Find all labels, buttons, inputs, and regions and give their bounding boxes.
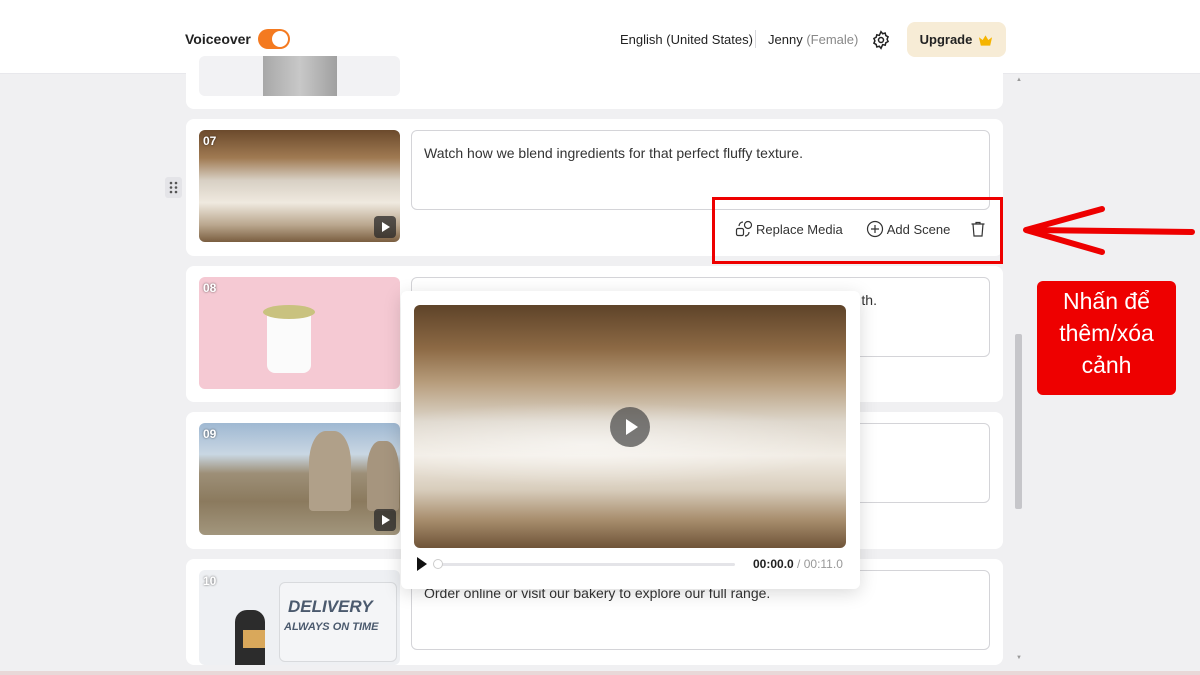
- voiceover-toggle[interactable]: [258, 29, 290, 49]
- scroll-down-icon[interactable]: ▼: [1016, 655, 1022, 661]
- divider: [755, 30, 756, 48]
- scene-thumbnail[interactable]: [199, 56, 400, 96]
- thumbnail-image: [263, 56, 337, 96]
- voice-name: Jenny: [768, 32, 803, 47]
- callout-line-2: thêm/xóa: [1059, 320, 1154, 346]
- time-display: 00:00.0 / 00:11.0: [753, 557, 843, 571]
- progress-track[interactable]: [435, 563, 735, 566]
- annotation-callout: Nhấn để thêm/xóa cảnh: [1037, 281, 1176, 395]
- scene-number: 10: [203, 574, 217, 588]
- gear-icon[interactable]: [871, 30, 891, 50]
- rock-formation: [367, 441, 399, 511]
- scene-card-06: [186, 56, 1003, 109]
- play-icon[interactable]: [374, 509, 396, 531]
- duration: / 00:11.0: [797, 557, 843, 571]
- video-frame[interactable]: [414, 305, 846, 548]
- scrollbar-thumb[interactable]: [1015, 334, 1022, 509]
- voiceover-label: Voiceover: [185, 31, 251, 47]
- callout-line-3: cảnh: [1081, 352, 1132, 378]
- scene-thumbnail[interactable]: 08: [199, 277, 400, 389]
- van-tagline: ALWAYS ON TIME: [284, 621, 379, 633]
- scene-number: 08: [203, 281, 217, 295]
- scene-number: 07: [203, 134, 217, 148]
- voice-gender: (Female): [806, 32, 859, 47]
- callout-line-1: Nhấn để: [1063, 288, 1150, 314]
- van-lettering: DELIVERY: [288, 597, 373, 616]
- current-time: 00:00.0: [753, 557, 794, 571]
- voice-selector[interactable]: Jenny (Female): [768, 32, 858, 47]
- language-selector[interactable]: English (United States): [620, 32, 753, 47]
- progress-handle[interactable]: [433, 559, 443, 569]
- highlight-box: [712, 197, 1003, 264]
- scene-thumbnail[interactable]: 07: [199, 130, 400, 242]
- rock-formation: [309, 431, 351, 511]
- upgrade-label: Upgrade: [919, 32, 973, 47]
- toggle-knob: [272, 31, 288, 47]
- scene-thumbnail[interactable]: 09: [199, 423, 400, 535]
- scroll-up-icon[interactable]: ▲: [1016, 77, 1022, 83]
- product-topping: [263, 305, 315, 319]
- scene-thumbnail[interactable]: 10 DELIVERY ALWAYS ON TIME: [199, 570, 400, 665]
- drag-handle[interactable]: [165, 177, 182, 198]
- bottom-border: [0, 671, 1200, 675]
- play-icon[interactable]: [610, 407, 650, 447]
- video-preview-popup: 00:00.0 / 00:11.0: [401, 291, 860, 589]
- crown-icon: [979, 34, 993, 46]
- play-icon[interactable]: [374, 216, 396, 238]
- drag-dots-icon: [169, 181, 178, 194]
- annotation-arrow-icon: [1023, 206, 1195, 255]
- scene-number: 09: [203, 427, 217, 441]
- package-box: [243, 630, 265, 648]
- delivery-van: DELIVERY ALWAYS ON TIME: [279, 582, 397, 662]
- product-cup: [267, 313, 311, 373]
- upgrade-button[interactable]: Upgrade: [907, 22, 1006, 57]
- play-button[interactable]: [417, 557, 427, 571]
